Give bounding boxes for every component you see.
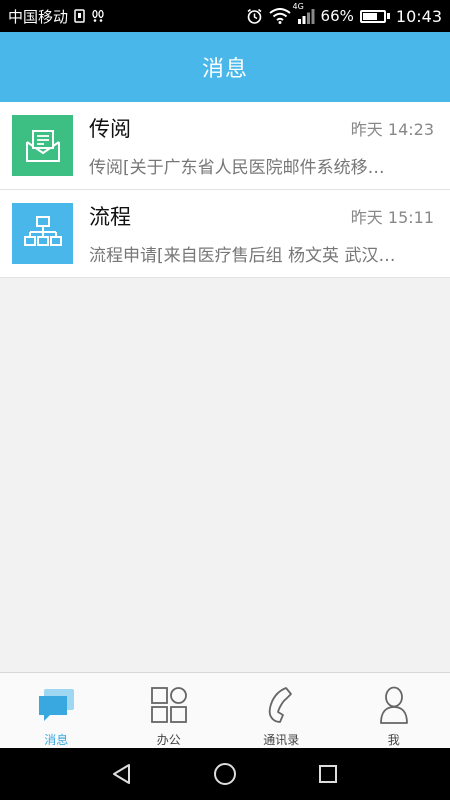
tab-label: 我 [387, 733, 400, 747]
message-time: 昨天 14:23 [350, 120, 434, 139]
list-item-workflow[interactable]: 流程 昨天 15:11 流程申请[来自医疗售后组 杨文英 武汉… [0, 190, 450, 278]
message-list: 传阅 昨天 14:23 传阅[关于广东省人民医院邮件系统移… 流程 昨天 15:… [0, 102, 450, 278]
person-icon [374, 685, 414, 725]
message-preview: 传阅[关于广东省人民医院邮件系统移… [89, 158, 385, 178]
app-header: 消息 [0, 32, 450, 102]
recents-icon[interactable] [310, 756, 346, 792]
message-title: 传阅 [89, 117, 131, 141]
alarm-icon [246, 8, 263, 25]
tab-label: 通讯录 [263, 733, 300, 747]
tab-label: 消息 [44, 733, 69, 747]
android-nav-bar [0, 748, 450, 800]
envelope-document-icon [12, 115, 73, 176]
phone-icon [261, 685, 301, 725]
list-item-circulation[interactable]: 传阅 昨天 14:23 传阅[关于广东省人民医院邮件系统移… [0, 102, 450, 190]
message-time: 昨天 15:11 [350, 208, 434, 227]
sim-icon [74, 9, 85, 23]
tab-me[interactable]: 我 [338, 673, 450, 748]
back-icon[interactable] [104, 756, 140, 792]
tab-label: 办公 [156, 733, 181, 747]
grid-icon [149, 685, 189, 725]
status-bar: 中国移动 4G 66% 10:43 [0, 0, 450, 32]
bottom-tab-bar: 消息 办公 通讯录 我 [0, 672, 450, 748]
chat-icon [36, 685, 76, 725]
screen: 中国移动 4G 66% 10:43 消息 传阅 昨天 14:23 传阅[关于广东… [0, 0, 450, 800]
flowchart-icon [12, 203, 73, 264]
network-badge: 4G [292, 2, 304, 11]
signal-icon: 4G [293, 2, 315, 24]
home-icon[interactable] [207, 756, 243, 792]
carrier-name: 中国移动 [8, 7, 69, 26]
tab-office[interactable]: 办公 [113, 673, 226, 748]
page-title: 消息 [201, 57, 248, 82]
message-title: 流程 [89, 205, 131, 229]
footprint-icon [91, 9, 105, 23]
message-preview: 流程申请[来自医疗售后组 杨文英 武汉… [89, 246, 396, 266]
battery-icon [359, 9, 390, 23]
battery-percent: 66% [320, 7, 354, 25]
wifi-icon [268, 8, 291, 24]
tab-contacts[interactable]: 通讯录 [225, 673, 338, 748]
clock: 10:43 [395, 6, 442, 26]
tab-messages[interactable]: 消息 [0, 673, 113, 748]
